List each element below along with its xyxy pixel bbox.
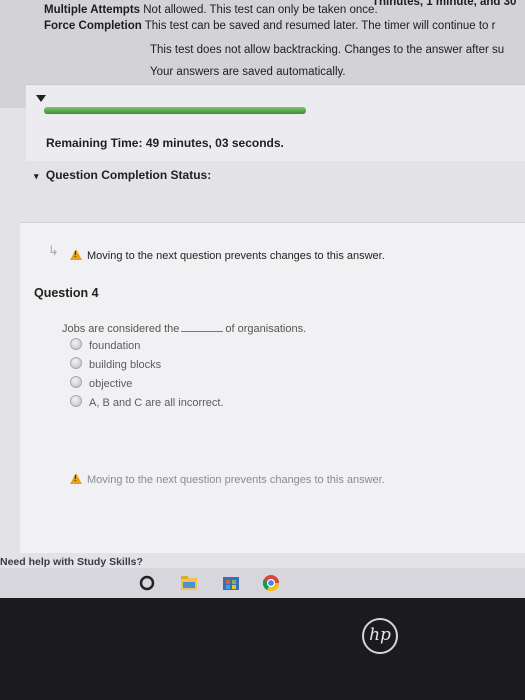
cortana-circle-icon[interactable]: [138, 574, 156, 592]
time-limit-text: Thinutes, 1 minute, and 30: [372, 0, 517, 8]
warning-icon: [70, 249, 82, 260]
time-progress-fill: [44, 107, 306, 114]
option-label: objective: [89, 378, 133, 390]
warning-bottom: Moving to the next question prevents cha…: [70, 473, 385, 486]
chevron-down-icon: ▾: [34, 171, 39, 181]
option-label: A, B and C are all incorrect.: [89, 397, 224, 409]
time-progress-bar: [44, 107, 306, 114]
arrow-return-icon: ↳: [48, 243, 59, 258]
windows-taskbar: [0, 568, 525, 598]
force-completion-text: This test can be saved and resumed later…: [144, 20, 496, 32]
option-foundation[interactable]: foundation: [70, 338, 140, 352]
remaining-time-label: Remaining Time:: [46, 136, 143, 150]
browser-screen: Thinutes, 1 minute, and 30 Multiple Atte…: [0, 0, 525, 598]
question-panel: ↳ Moving to the next question prevents c…: [20, 222, 525, 553]
autosave-text: Your answers are saved automatically.: [150, 66, 346, 78]
warning-icon: [70, 473, 82, 484]
question-text-after: of organisations.: [225, 323, 307, 335]
question-completion-status-toggle[interactable]: ▾ Question Completion Status:: [34, 168, 211, 182]
answer-blank: [181, 331, 224, 332]
multiple-attempts-text: Not allowed. This test can only be taken…: [143, 4, 378, 16]
option-all-incorrect[interactable]: A, B and C are all incorrect.: [70, 395, 224, 409]
question-text: Jobs are considered the of organisations.: [62, 323, 306, 335]
remaining-time: Remaining Time: 49 minutes, 03 seconds.: [46, 136, 284, 150]
completion-status-label: Question Completion Status:: [45, 168, 212, 182]
option-building-blocks[interactable]: building blocks: [70, 357, 161, 371]
radio-button[interactable]: [70, 357, 82, 369]
hp-logo: hp: [362, 618, 398, 654]
study-skills-help-link[interactable]: Need help with Study Skills?: [0, 556, 143, 568]
force-completion-label: Force Completion: [44, 20, 142, 32]
radio-button[interactable]: [70, 338, 82, 350]
option-label: foundation: [89, 340, 141, 352]
radio-button[interactable]: [70, 376, 82, 388]
question-title: Question 4: [34, 286, 99, 300]
timer-panel: Remaining Time: 49 minutes, 03 seconds.: [26, 84, 525, 161]
question-text-before: Jobs are considered the: [62, 323, 180, 335]
backtracking-text: This test does not allow backtracking. C…: [150, 44, 505, 56]
warning-text: Moving to the next question prevents cha…: [87, 250, 385, 262]
store-icon[interactable]: [222, 574, 240, 592]
chrome-icon[interactable]: [262, 574, 280, 592]
multiple-attempts-label: Multiple Attempts: [44, 4, 141, 16]
radio-button[interactable]: [70, 395, 82, 407]
file-explorer-icon[interactable]: [180, 574, 198, 592]
remaining-time-value: 49 minutes, 03 seconds.: [145, 136, 284, 150]
warning-text-bottom: Moving to the next question prevents cha…: [87, 474, 385, 486]
option-objective[interactable]: objective: [70, 376, 132, 390]
collapse-caret-icon[interactable]: [36, 95, 46, 102]
force-completion-row: Force Completion This test can be saved …: [44, 20, 495, 32]
option-label: building blocks: [89, 359, 162, 371]
warning-top: Moving to the next question prevents cha…: [70, 249, 385, 262]
multiple-attempts-row: Multiple Attempts Not allowed. This test…: [44, 4, 378, 16]
